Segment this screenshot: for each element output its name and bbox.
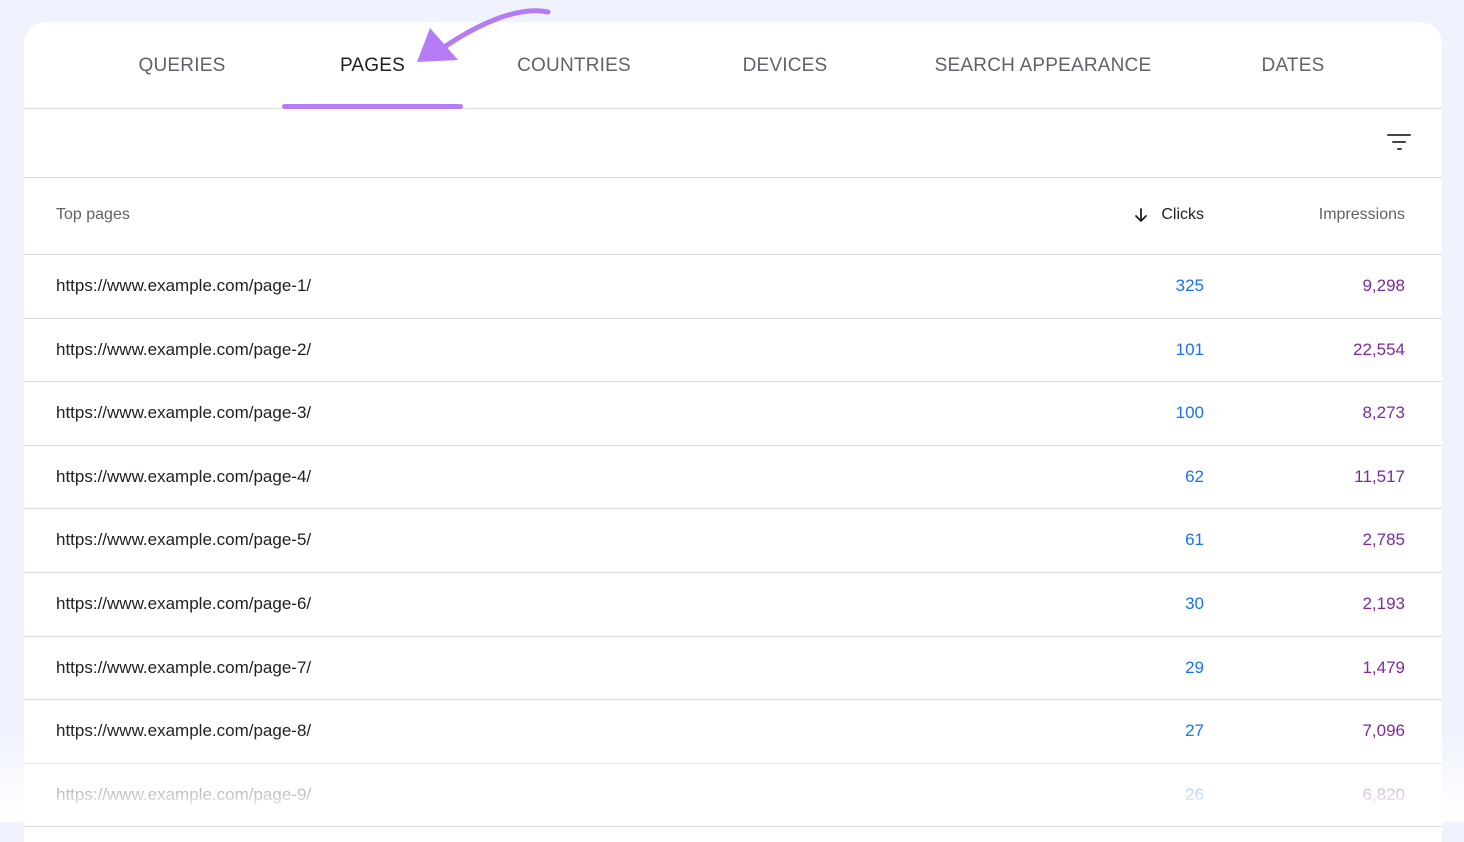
row-impressions: 2,785	[1362, 530, 1405, 550]
row-clicks: 62	[1185, 467, 1204, 487]
row-impressions: 2,193	[1362, 594, 1405, 614]
tab-search-appearance[interactable]: SEARCH APPEARANCE	[924, 22, 1162, 109]
header-clicks-label: Clicks	[1161, 206, 1204, 224]
arrow-down-icon	[1133, 207, 1149, 223]
row-impressions: 9,298	[1362, 276, 1405, 296]
filter-icon[interactable]	[1386, 129, 1412, 155]
row-page-url[interactable]: https://www.example.com/page-6/	[56, 594, 311, 614]
table-row[interactable]: https://www.example.com/page-2/ 101 22,5…	[24, 319, 1442, 383]
tab-bar: QUERIES PAGES COUNTRIES DEVICES SEARCH A…	[24, 22, 1442, 109]
table-row[interactable]: https://www.example.com/page-6/ 30 2,193	[24, 573, 1442, 637]
table-toolbar	[24, 109, 1442, 178]
row-clicks: 29	[1185, 658, 1204, 678]
header-impressions[interactable]: Impressions	[1319, 206, 1405, 224]
row-impressions: 11,517	[1354, 467, 1405, 487]
row-impressions: 6,820	[1362, 785, 1405, 805]
row-page-url[interactable]: https://www.example.com/page-4/	[56, 467, 311, 487]
table-header: Top pages Clicks Impressions	[24, 178, 1442, 255]
row-impressions: 8,273	[1362, 403, 1405, 423]
table-row[interactable]: https://www.example.com/page-1/ 325 9,29…	[24, 255, 1442, 319]
row-impressions: 1,479	[1362, 658, 1405, 678]
row-page-url[interactable]: https://www.example.com/page-9/	[56, 785, 311, 805]
row-page-url[interactable]: https://www.example.com/page-1/	[56, 276, 311, 296]
row-clicks: 30	[1185, 594, 1204, 614]
table-row[interactable]: https://www.example.com/page-8/ 27 7,096	[24, 700, 1442, 764]
header-top-pages: Top pages	[56, 206, 130, 224]
tab-dates[interactable]: DATES	[1222, 22, 1364, 109]
row-clicks: 61	[1185, 530, 1204, 550]
row-page-url[interactable]: https://www.example.com/page-5/	[56, 530, 311, 550]
row-clicks: 26	[1185, 785, 1204, 805]
row-page-url[interactable]: https://www.example.com/page-3/	[56, 403, 311, 423]
table-row[interactable]: https://www.example.com/page-9/ 26 6,820	[24, 764, 1442, 828]
tab-queries[interactable]: QUERIES	[108, 22, 256, 109]
row-page-url[interactable]: https://www.example.com/page-2/	[56, 340, 311, 360]
table-row[interactable]: https://www.example.com/page-3/ 100 8,27…	[24, 382, 1442, 446]
table-row[interactable]: https://www.example.com/page-7/ 29 1,479	[24, 637, 1442, 701]
row-clicks: 100	[1176, 403, 1204, 423]
row-impressions: 22,554	[1353, 340, 1405, 360]
tab-pages[interactable]: PAGES	[282, 22, 463, 109]
header-clicks[interactable]: Clicks	[1133, 206, 1204, 224]
row-impressions: 7,096	[1362, 721, 1405, 741]
table-row[interactable]: https://www.example.com/page-5/ 61 2,785	[24, 509, 1442, 573]
row-clicks: 325	[1176, 276, 1204, 296]
row-clicks: 27	[1185, 721, 1204, 741]
row-page-url[interactable]: https://www.example.com/page-8/	[56, 721, 311, 741]
table-row[interactable]: https://www.example.com/page-4/ 62 11,51…	[24, 446, 1442, 510]
tab-devices[interactable]: DEVICES	[714, 22, 856, 109]
performance-card: QUERIES PAGES COUNTRIES DEVICES SEARCH A…	[24, 22, 1442, 842]
row-clicks: 101	[1176, 340, 1204, 360]
tab-countries[interactable]: COUNTRIES	[494, 22, 654, 109]
row-page-url[interactable]: https://www.example.com/page-7/	[56, 658, 311, 678]
